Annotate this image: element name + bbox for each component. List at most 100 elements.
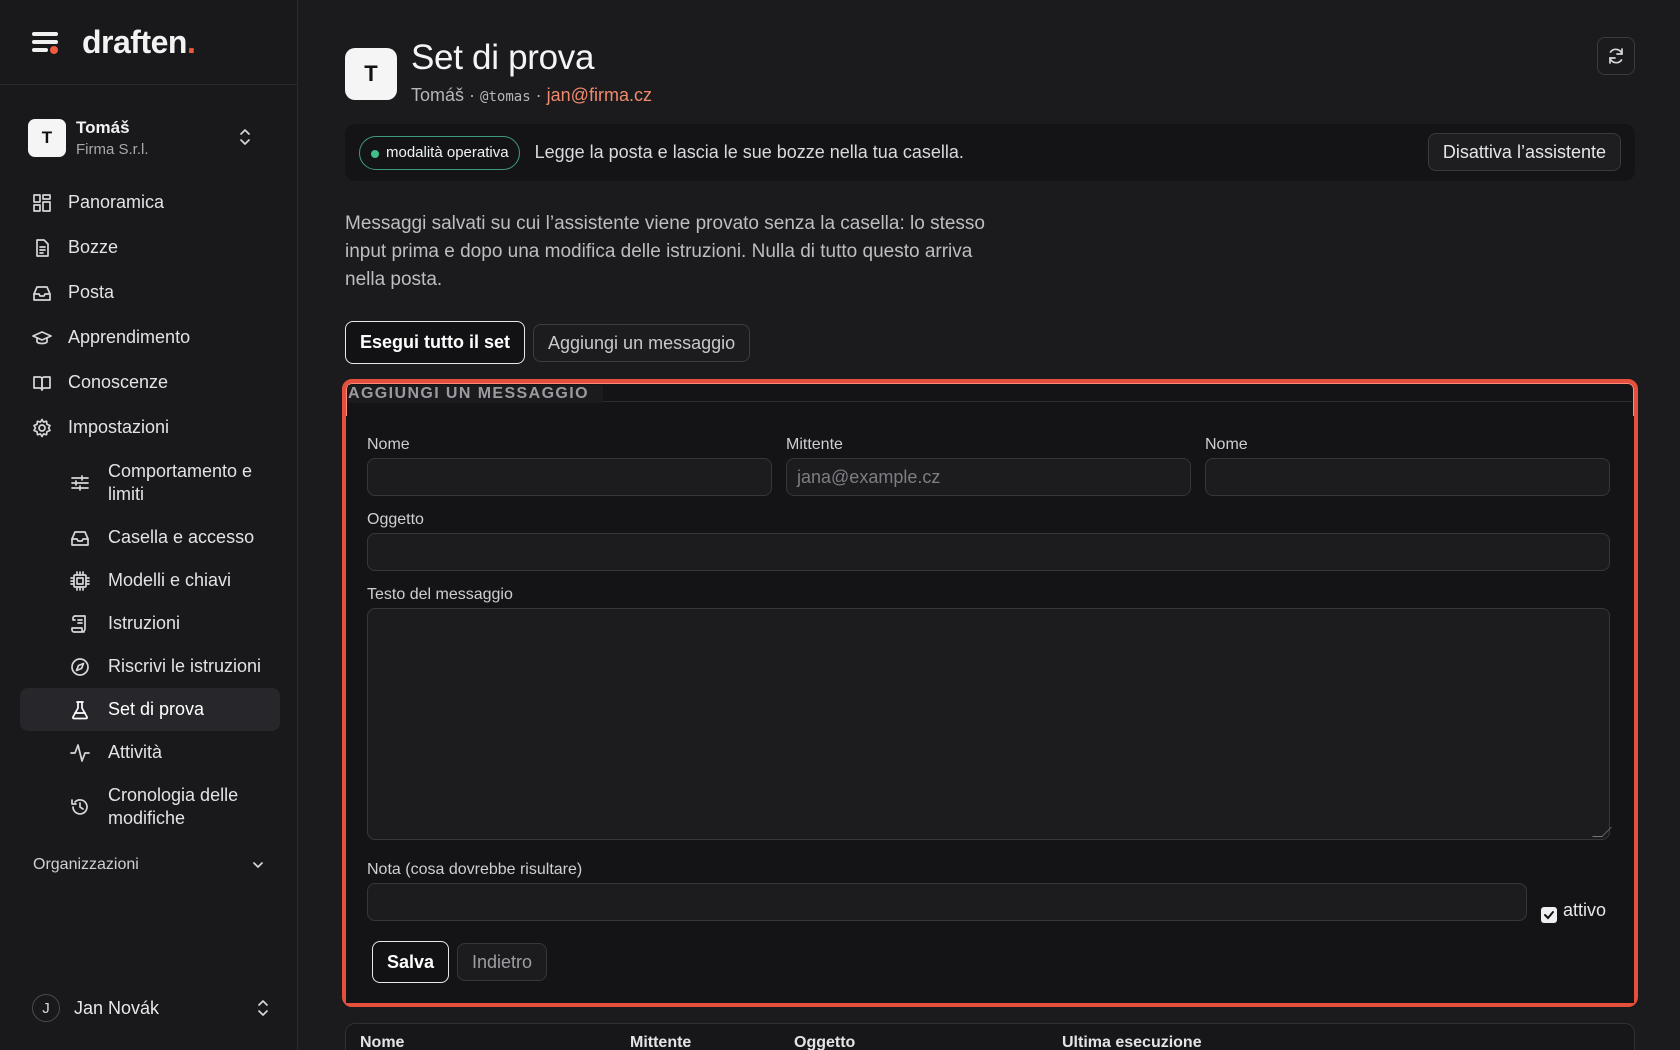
sidebar-item-label: Conoscenze xyxy=(68,372,169,392)
scroll-icon xyxy=(71,614,86,633)
sender-input[interactable]: jana@example.cz xyxy=(786,458,1191,496)
sidebar-subitem-comportamento[interactable]: Comportamento e limiti xyxy=(20,450,280,516)
flask-icon xyxy=(71,700,89,719)
sidebar-item-label: Bozze xyxy=(68,237,119,257)
gear-icon xyxy=(33,418,51,437)
logo[interactable]: draften. xyxy=(82,24,196,61)
sidebar-item-label: Modelli e chiavi xyxy=(108,570,232,590)
inbox-icon xyxy=(71,530,89,546)
sidebar-item-label: Riscrivi le istruzioni xyxy=(108,656,262,676)
save-button[interactable]: Salva xyxy=(372,941,450,983)
user-name: Jan Novák xyxy=(74,997,160,1018)
refresh-button[interactable] xyxy=(1597,37,1635,75)
add-message-form: AGGIUNGI UN MESSAGGIO Nome Mittente jana… xyxy=(342,379,1638,1007)
sidebar-subitem-modelli[interactable]: Modelli e chiavi xyxy=(20,559,280,602)
sidebar-nav: Panoramica Bozze Posta Apprendimento Con… xyxy=(20,180,280,840)
sidebar-subitem-cronologia[interactable]: Cronologia delle modifiche xyxy=(20,774,280,840)
organizations-label: Organizzazioni xyxy=(33,856,139,873)
sidebar-item-bozze[interactable]: Bozze xyxy=(20,225,280,270)
organizations-toggle[interactable]: Organizzazioni xyxy=(33,856,265,874)
sidebar-item-conoscenze[interactable]: Conoscenze xyxy=(20,360,280,405)
sidebar-subitem-set-di-prova[interactable]: Set di prova xyxy=(20,688,280,731)
graduation-cap-icon xyxy=(32,330,52,344)
note-input[interactable] xyxy=(367,883,1527,921)
sidebar-item-label: Comportamento e limiti xyxy=(108,461,253,504)
sender-label: Mittente xyxy=(786,436,843,453)
owner-name: Tomáš xyxy=(411,85,465,105)
table-header-sender[interactable]: Mittente xyxy=(630,1034,691,1050)
sidebar-item-label: Set di prova xyxy=(108,699,205,719)
account-avatar: T xyxy=(28,119,66,157)
name2-label: Nome xyxy=(1205,436,1248,453)
sidebar-subitem-attivita[interactable]: Attività xyxy=(20,731,280,774)
sidebar-subitem-istruzioni[interactable]: Istruzioni xyxy=(20,602,280,645)
legend-divider xyxy=(586,401,1632,402)
back-button[interactable]: Indietro xyxy=(457,943,548,981)
owner-email-link[interactable]: jan@firma.cz xyxy=(547,85,652,105)
user-menu[interactable]: J Jan Novák xyxy=(32,993,270,1023)
menu-icon[interactable] xyxy=(32,30,60,54)
document-icon xyxy=(36,238,49,257)
sidebar-item-impostazioni[interactable]: Impostazioni xyxy=(20,405,280,450)
dashboard-icon xyxy=(33,193,51,212)
deactivate-assistant-button[interactable]: Disattiva l’assistente xyxy=(1427,133,1621,171)
header-avatar: T xyxy=(345,48,397,100)
account-switcher[interactable]: T Tomáš Firma S.r.l. xyxy=(20,112,278,164)
sidebar-item-label: Posta xyxy=(68,282,115,302)
active-checkbox[interactable] xyxy=(1541,907,1557,923)
table-header-last-run[interactable]: Ultima esecuzione xyxy=(1062,1034,1202,1050)
name2-input[interactable] xyxy=(1205,458,1610,496)
user-avatar: J xyxy=(32,994,60,1022)
resize-handle[interactable] xyxy=(1592,827,1612,837)
note-label: Nota (cosa dovrebbe risultare) xyxy=(367,861,583,878)
name-input[interactable] xyxy=(367,458,772,496)
sidebar-item-label: Panoramica xyxy=(68,192,165,212)
run-all-button[interactable]: Esegui tutto il set xyxy=(345,321,526,364)
sidebar: draften. T Tomáš Firma S.r.l. Panoramica… xyxy=(0,0,298,1050)
chevron-down-icon xyxy=(253,862,263,868)
owner-handle: @tomas xyxy=(480,89,531,105)
status-badge: modalità operativa xyxy=(359,135,520,170)
sidebar-item-label: Attività xyxy=(108,742,163,762)
active-label: attivo xyxy=(1563,900,1607,920)
sidebar-item-label: Impostazioni xyxy=(68,417,170,437)
page-subtitle: Tomáš · @tomas · jan@firma.cz xyxy=(411,85,652,105)
sidebar-item-label: Cronologia delle modifiche xyxy=(108,785,239,828)
brand: draften. xyxy=(0,0,297,85)
form-body: Nome Mittente jana@example.cz Nome Ogget… xyxy=(346,416,1634,1003)
sliders-icon xyxy=(71,475,89,491)
account-company: Firma S.r.l. xyxy=(76,141,149,158)
form-legend: AGGIUNGI UN MESSAGGIO xyxy=(348,385,603,403)
subject-label: Oggetto xyxy=(367,511,424,528)
subject-input[interactable] xyxy=(367,533,1610,571)
table-header-name[interactable]: Nome xyxy=(360,1034,404,1050)
check-icon xyxy=(1544,911,1554,920)
status-text: Legge la posta e lascia le sue bozze nel… xyxy=(534,142,964,162)
chevron-updown-icon xyxy=(240,129,250,145)
book-icon xyxy=(33,375,51,391)
sidebar-item-posta[interactable]: Posta xyxy=(20,270,280,315)
activity-icon xyxy=(70,743,90,762)
body-textarea[interactable] xyxy=(367,608,1612,840)
inbox-icon xyxy=(33,285,51,301)
sidebar-item-label: Apprendimento xyxy=(68,327,191,347)
sidebar-item-label: Istruzioni xyxy=(108,613,181,633)
sidebar-item-panoramica[interactable]: Panoramica xyxy=(20,180,280,225)
refresh-icon xyxy=(1609,48,1623,64)
body-label: Testo del messaggio xyxy=(367,586,513,603)
history-icon xyxy=(71,799,88,815)
account-name: Tomáš xyxy=(76,118,130,137)
sidebar-subitem-riscrivi[interactable]: Riscrivi le istruzioni xyxy=(20,645,280,688)
table-header-subject[interactable]: Oggetto xyxy=(794,1034,855,1050)
messages-table: Nome Mittente Oggetto Ultima esecuzione xyxy=(345,1023,1635,1050)
sidebar-item-label: Casella e accesso xyxy=(108,527,255,547)
sidebar-item-apprendimento[interactable]: Apprendimento xyxy=(20,315,280,360)
page-description: Messaggi salvati su cui l’assistente vie… xyxy=(345,213,985,290)
add-message-button[interactable]: Aggiungi un messaggio xyxy=(533,324,751,362)
compass-icon xyxy=(71,657,89,676)
status-bar: modalità operativa Legge la posta e lasc… xyxy=(345,124,1635,181)
sidebar-subitem-casella[interactable]: Casella e accesso xyxy=(20,516,280,559)
chip-icon xyxy=(70,570,90,591)
page-title: Set di prova xyxy=(411,38,595,77)
chevron-updown-icon xyxy=(258,1000,268,1016)
